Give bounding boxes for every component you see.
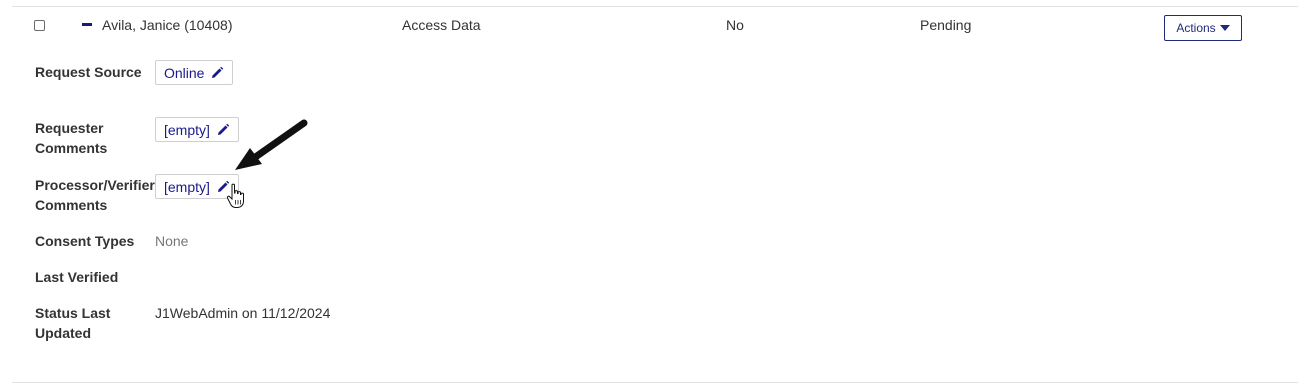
request-source-field[interactable]: Online	[155, 60, 234, 85]
requester-comments-label-line1: Requester	[35, 120, 104, 136]
pencil-icon[interactable]	[216, 123, 230, 137]
caret-down-icon	[1219, 25, 1230, 31]
status-last-updated-value: J1WebAdmin on 11/12/2024	[155, 305, 331, 321]
request-source-value: Online	[164, 64, 205, 81]
bottom-divider	[12, 382, 1298, 383]
status-value: Pending	[920, 17, 972, 33]
requester-comments-field[interactable]: [empty]	[155, 117, 239, 142]
actions-button[interactable]: Actions	[1164, 15, 1242, 41]
status-last-updated-label-line2: Updated	[35, 325, 91, 341]
actions-label: Actions	[1176, 21, 1216, 35]
consent-types-label: Consent Types	[35, 233, 135, 249]
arrow-annotation	[235, 119, 308, 170]
processor-comments-value: [empty]	[164, 178, 210, 195]
row-select-checkbox[interactable]	[34, 20, 45, 31]
minus-icon[interactable]	[82, 23, 92, 26]
requester-name: Avila, Janice (10408)	[102, 17, 233, 33]
pencil-icon[interactable]	[210, 66, 224, 80]
last-verified-label: Last Verified	[35, 269, 119, 285]
request-type: Access Data	[402, 17, 481, 33]
hand-cursor-icon	[226, 183, 244, 208]
status-last-updated-label-line1: Status Last	[35, 305, 111, 321]
requester-comments-value: [empty]	[164, 121, 210, 138]
requester-comments-label-line2: Comments	[35, 140, 108, 156]
processor-comments-label-line2: Comments	[35, 197, 108, 213]
request-source-label: Request Source	[35, 64, 142, 80]
processor-comments-label-line1: Processor/Verifier	[35, 177, 155, 193]
top-divider	[12, 6, 1298, 7]
flag-value: No	[726, 17, 744, 33]
consent-types-value: None	[155, 233, 189, 249]
